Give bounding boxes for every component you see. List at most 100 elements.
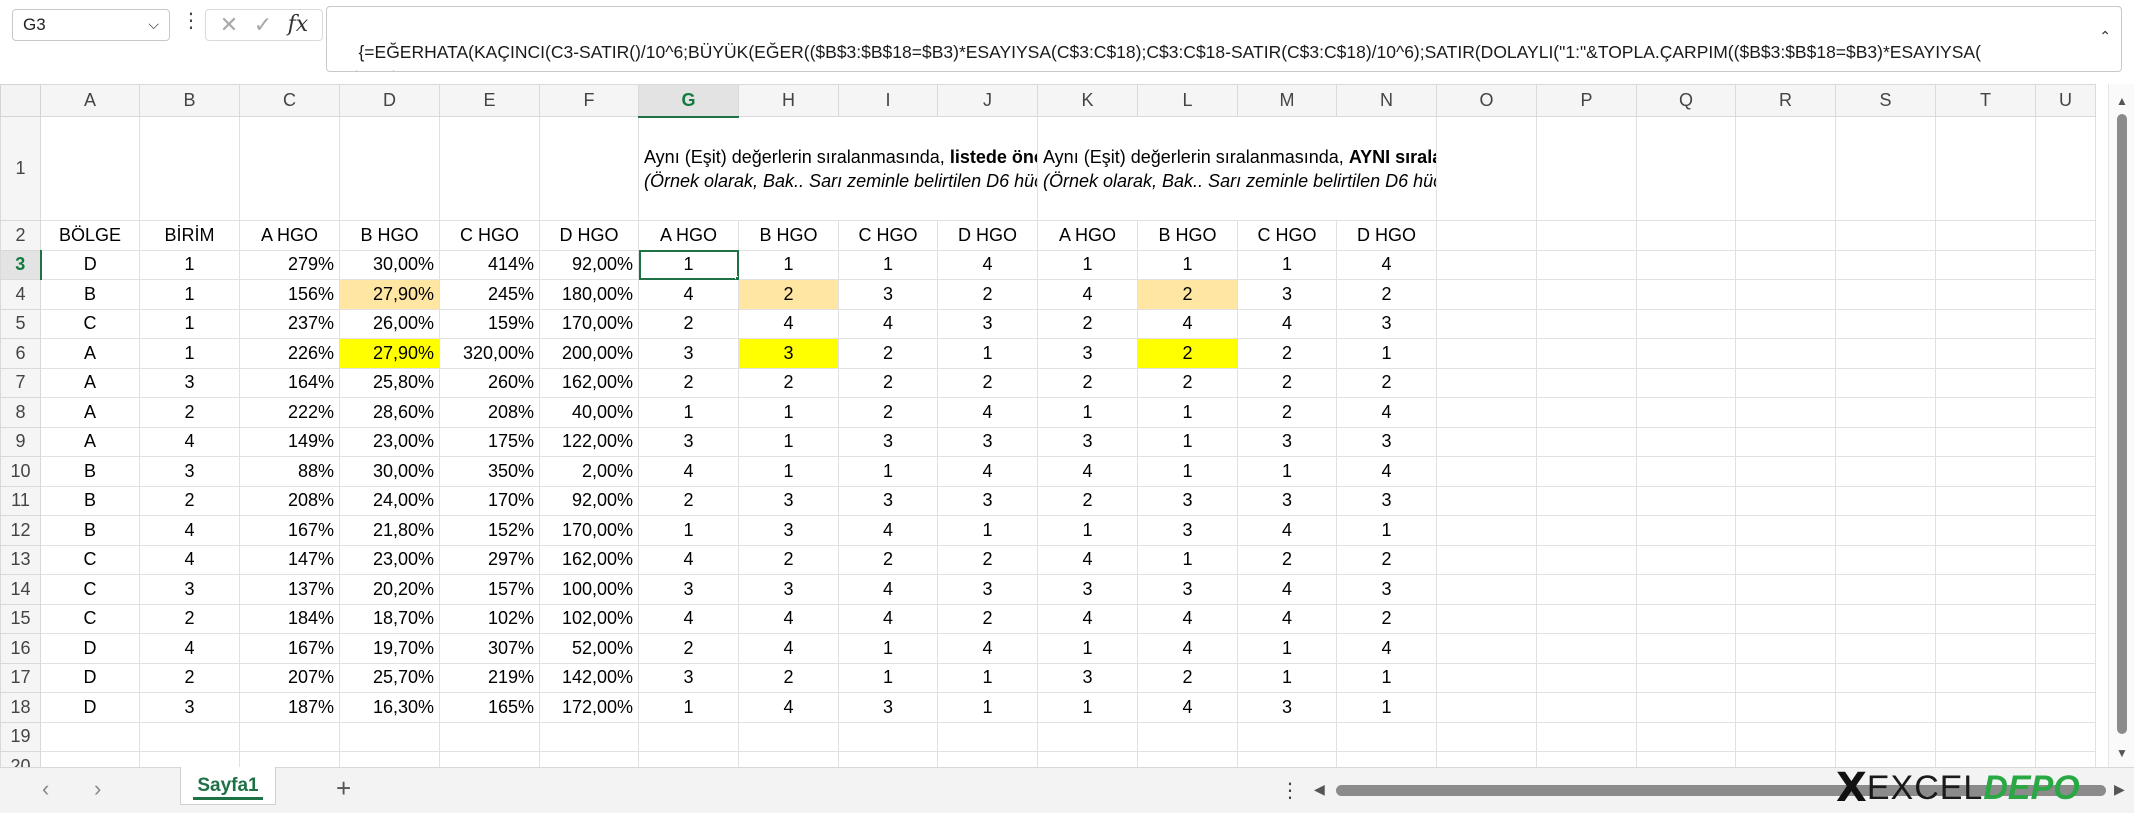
cell-s17[interactable] [1835, 662, 1936, 693]
cell-r16[interactable] [1735, 633, 1836, 664]
cell-e12[interactable]: 152% [439, 515, 540, 546]
cell-t2[interactable] [1935, 220, 2036, 251]
cell-s3[interactable] [1835, 249, 1936, 280]
cell-f5[interactable]: 170,00% [539, 308, 639, 339]
cell-f6[interactable]: 200,00% [539, 338, 639, 369]
cell-i18[interactable]: 3 [838, 692, 938, 723]
cell-d4[interactable]: 27,90% [339, 279, 440, 310]
cell-s4[interactable] [1835, 279, 1936, 310]
cell-p3[interactable] [1536, 249, 1637, 280]
cell-e7[interactable]: 260% [439, 367, 540, 398]
cell-c17[interactable]: 207% [239, 662, 340, 693]
cell-q14[interactable] [1636, 574, 1736, 605]
cell-s10[interactable] [1835, 456, 1936, 487]
cell-b15[interactable]: 2 [139, 603, 240, 634]
cell-b13[interactable]: 4 [139, 544, 240, 575]
cell-a12[interactable]: B [40, 515, 140, 546]
cell-k11[interactable]: 2 [1037, 485, 1138, 516]
cell-e11[interactable]: 170% [439, 485, 540, 516]
cell-r17[interactable] [1735, 662, 1836, 693]
cell-d14[interactable]: 20,20% [339, 574, 440, 605]
cell-a16[interactable]: D [40, 633, 140, 664]
cell-u8[interactable] [2035, 397, 2096, 428]
cell-p12[interactable] [1536, 515, 1637, 546]
cell-p18[interactable] [1536, 692, 1637, 723]
cell-p10[interactable] [1536, 456, 1637, 487]
row-header-17[interactable]: 17 [0, 662, 41, 693]
cell-t12[interactable] [1935, 515, 2036, 546]
row-header-9[interactable]: 9 [0, 426, 41, 457]
cell-h17[interactable]: 2 [738, 662, 839, 693]
header-cell-n2[interactable]: D HGO [1336, 220, 1437, 251]
cell-u17[interactable] [2035, 662, 2096, 693]
cell-l13[interactable]: 1 [1137, 544, 1238, 575]
cell-l20[interactable] [1137, 751, 1238, 767]
column-header-n[interactable]: N [1336, 84, 1437, 117]
column-header-t[interactable]: T [1935, 84, 2036, 117]
cell-g16[interactable]: 2 [638, 633, 739, 664]
cell-h8[interactable]: 1 [738, 397, 839, 428]
vertical-scrollbar[interactable]: ▲ ▼ [2108, 84, 2134, 767]
row-header-7[interactable]: 7 [0, 367, 41, 398]
cell-s15[interactable] [1835, 603, 1936, 634]
cell-m3[interactable]: 1 [1237, 249, 1337, 280]
cell-m4[interactable]: 3 [1237, 279, 1337, 310]
add-sheet-icon[interactable]: + [336, 774, 351, 802]
cell-a8[interactable]: A [40, 397, 140, 428]
cell-f20[interactable] [539, 751, 639, 767]
cell-n12[interactable]: 1 [1336, 515, 1437, 546]
cell-n6[interactable]: 1 [1336, 338, 1437, 369]
cell-d13[interactable]: 23,00% [339, 544, 440, 575]
cell-m20[interactable] [1237, 751, 1337, 767]
cell-b4[interactable]: 1 [139, 279, 240, 310]
cell-q10[interactable] [1636, 456, 1736, 487]
cell-l3[interactable]: 1 [1137, 249, 1238, 280]
cell-n5[interactable]: 3 [1336, 308, 1437, 339]
row-header-1[interactable]: 1 [0, 116, 41, 221]
cell-o11[interactable] [1436, 485, 1537, 516]
formula-input[interactable]: {=EĞERHATA(KAÇINCI(C3-SATIR()/10^6;BÜYÜK… [326, 6, 2122, 72]
cell-h4[interactable]: 2 [738, 279, 839, 310]
cell-h9[interactable]: 1 [738, 426, 839, 457]
cell-c7[interactable]: 164% [239, 367, 340, 398]
cell-g15[interactable]: 4 [638, 603, 739, 634]
header-cell-l2[interactable]: B HGO [1137, 220, 1238, 251]
cell-t17[interactable] [1935, 662, 2036, 693]
column-header-r[interactable]: R [1735, 84, 1836, 117]
cell-i20[interactable] [838, 751, 938, 767]
cell-e10[interactable]: 350% [439, 456, 540, 487]
cell-b8[interactable]: 2 [139, 397, 240, 428]
cell-g11[interactable]: 2 [638, 485, 739, 516]
cell-d16[interactable]: 19,70% [339, 633, 440, 664]
cell-f3[interactable]: 92,00% [539, 249, 639, 280]
cell-m14[interactable]: 4 [1237, 574, 1337, 605]
cell-m8[interactable]: 2 [1237, 397, 1337, 428]
cell-l17[interactable]: 2 [1137, 662, 1238, 693]
cell-d1[interactable] [339, 116, 440, 221]
cell-j16[interactable]: 4 [937, 633, 1038, 664]
cell-q16[interactable] [1636, 633, 1736, 664]
row-header-19[interactable]: 19 [0, 721, 41, 752]
header-cell-k2[interactable]: A HGO [1037, 220, 1138, 251]
cell-d3[interactable]: 30,00% [339, 249, 440, 280]
cell-o7[interactable] [1436, 367, 1537, 398]
cell-j6[interactable]: 1 [937, 338, 1038, 369]
cell-u9[interactable] [2035, 426, 2096, 457]
column-header-a[interactable]: A [40, 84, 140, 117]
cell-r6[interactable] [1735, 338, 1836, 369]
scroll-up-icon[interactable]: ▲ [2116, 94, 2128, 108]
cell-k6[interactable]: 3 [1037, 338, 1138, 369]
cell-h12[interactable]: 3 [738, 515, 839, 546]
cell-m17[interactable]: 1 [1237, 662, 1337, 693]
cell-h16[interactable]: 4 [738, 633, 839, 664]
cell-k15[interactable]: 4 [1037, 603, 1138, 634]
cell-l16[interactable]: 4 [1137, 633, 1238, 664]
enter-icon[interactable]: ✓ [254, 14, 272, 36]
cell-u13[interactable] [2035, 544, 2096, 575]
cell-g17[interactable]: 3 [638, 662, 739, 693]
column-header-h[interactable]: H [738, 84, 839, 117]
cell-o6[interactable] [1436, 338, 1537, 369]
cell-f19[interactable] [539, 721, 639, 752]
cell-a17[interactable]: D [40, 662, 140, 693]
more-options-icon[interactable]: ⋮ [1280, 778, 1300, 803]
